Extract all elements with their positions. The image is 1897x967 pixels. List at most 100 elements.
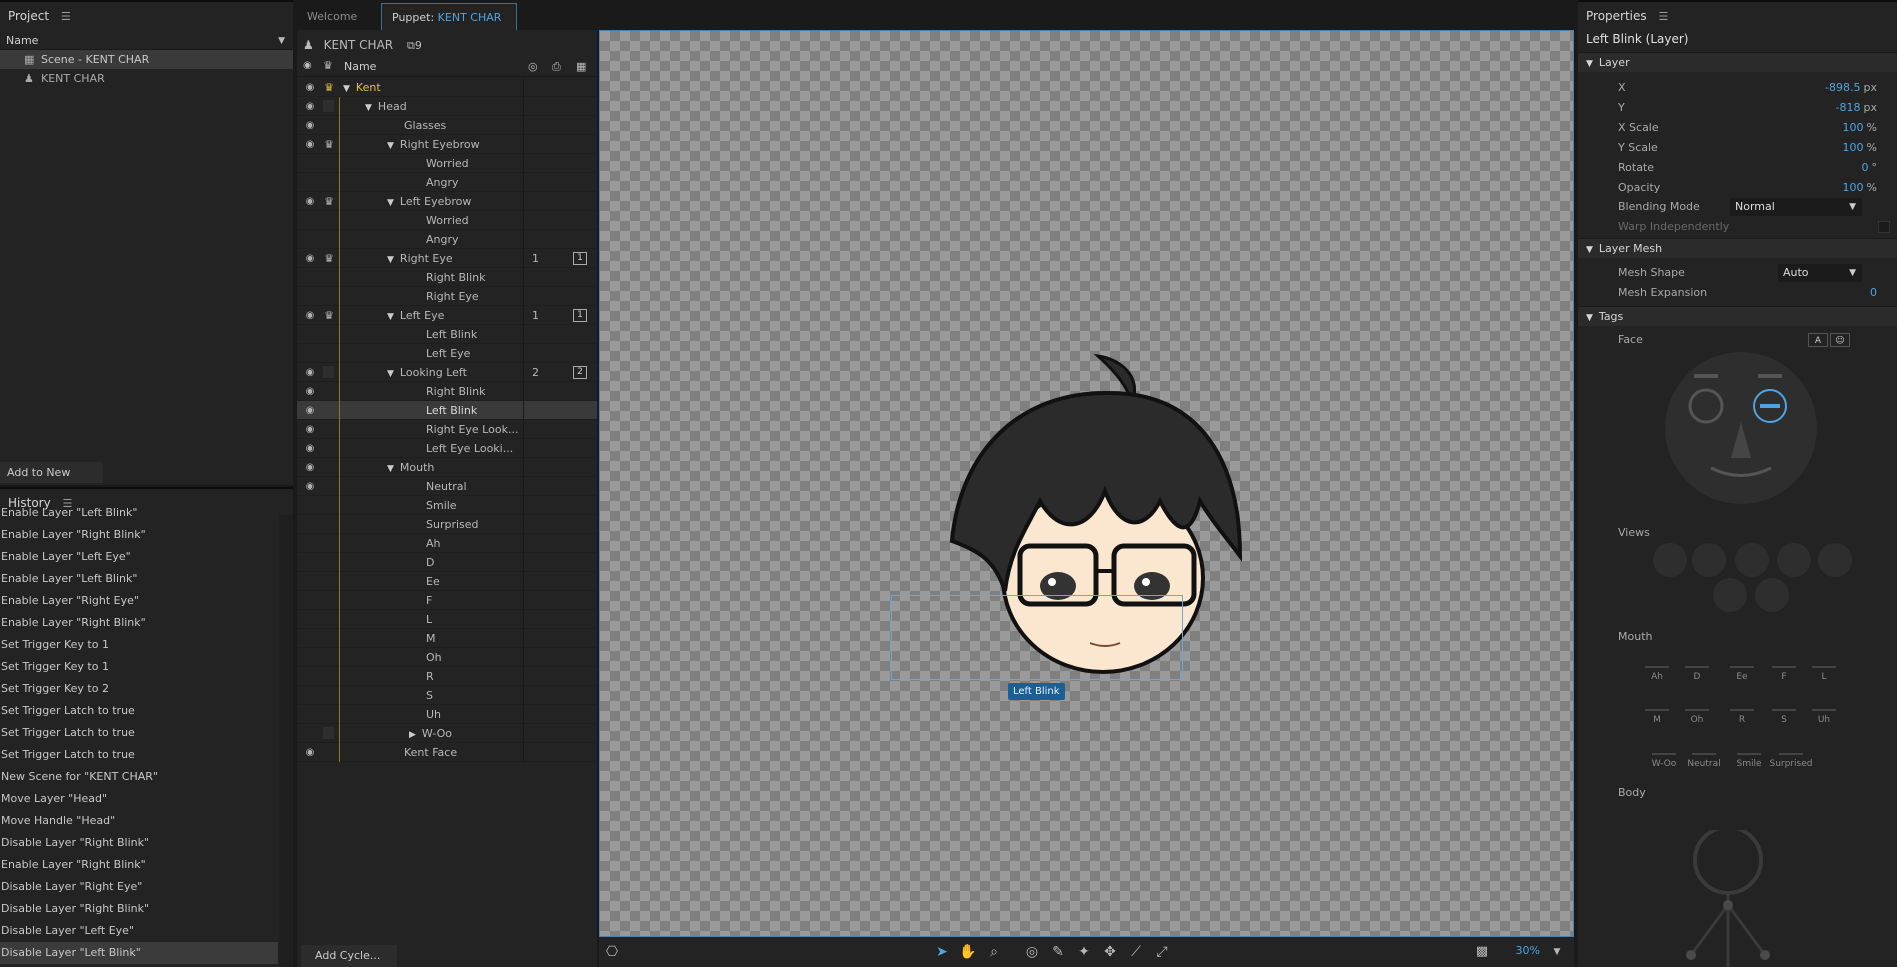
- history-item[interactable]: Enable Layer "Right Eye": [0, 590, 278, 612]
- mouth-tag[interactable]: W-Oo: [1642, 737, 1686, 769]
- property-value[interactable]: -898.5 px: [1825, 79, 1877, 97]
- crown-icon[interactable]: ♛: [323, 135, 335, 154]
- history-item[interactable]: Disable Layer "Right Eye": [0, 876, 278, 898]
- blending-mode-select[interactable]: Normal ▼: [1730, 198, 1862, 216]
- transparency-grid-icon[interactable]: ▩: [1473, 943, 1491, 961]
- chevron-down-icon[interactable]: ▼: [387, 141, 394, 151]
- independent-toggle[interactable]: [323, 366, 334, 378]
- swap-set-key[interactable]: 1: [573, 309, 587, 322]
- project-item-scene[interactable]: ▦ Scene - KENT CHAR: [0, 50, 293, 69]
- history-item[interactable]: Set Trigger Latch to true: [0, 722, 278, 744]
- layer-row[interactable]: ◉ Neutral: [297, 477, 597, 496]
- mesh-shape-select[interactable]: Auto ▼: [1778, 264, 1862, 282]
- eye-icon[interactable]: ◉: [303, 458, 317, 477]
- trigger-key[interactable]: 2: [532, 363, 539, 382]
- eye-icon[interactable]: ◉: [303, 382, 317, 401]
- select-tool-icon[interactable]: ➤: [933, 943, 951, 961]
- history-item[interactable]: Enable Layer "Left Blink": [0, 502, 278, 524]
- layer-row[interactable]: Angry: [297, 230, 597, 249]
- layer-row[interactable]: Surprised: [297, 515, 597, 534]
- right-blink-tag[interactable]: [1760, 404, 1780, 408]
- chevron-down-icon[interactable]: ▼: [387, 369, 394, 379]
- independent-toggle[interactable]: [323, 727, 334, 739]
- history-scrollbar[interactable]: [279, 515, 293, 967]
- body-tag-diagram[interactable]: [1673, 830, 1793, 967]
- eye-icon[interactable]: ◉: [303, 97, 317, 116]
- pin-tool-icon[interactable]: ✦: [1075, 943, 1093, 961]
- layer-row[interactable]: ◉ Glasses: [297, 116, 597, 135]
- chevron-down-icon[interactable]: ▼: [278, 32, 285, 50]
- view-tag[interactable]: [1653, 543, 1687, 577]
- tab-puppet[interactable]: Puppet: KENT CHAR ☰: [381, 3, 517, 51]
- chevron-right-icon[interactable]: ▶: [409, 730, 416, 740]
- chevron-down-icon[interactable]: ▼: [387, 198, 394, 208]
- mouth-tag[interactable]: Ee: [1727, 650, 1757, 682]
- panel-menu-icon[interactable]: ☰: [61, 10, 71, 23]
- face-tag-diagram[interactable]: [1661, 348, 1821, 508]
- history-item[interactable]: Set Trigger Latch to true: [0, 700, 278, 722]
- history-item[interactable]: Enable Layer "Right Blink": [0, 524, 278, 546]
- right-wrist-handle[interactable]: [1760, 950, 1770, 960]
- panel-menu-icon[interactable]: ☰: [1658, 10, 1668, 23]
- layer-row[interactable]: Left Eye: [297, 344, 597, 363]
- layer-row[interactable]: ◉ ▼ Head: [297, 97, 597, 116]
- layer-selection-bounds[interactable]: [891, 595, 1183, 680]
- mouth-tag[interactable]: Oh: [1682, 693, 1712, 725]
- add-to-new-scene-button[interactable]: Add to New Scene: [0, 462, 103, 500]
- property-value[interactable]: -818 px: [1836, 99, 1877, 117]
- property-value[interactable]: 100%: [1843, 139, 1877, 157]
- view-tag[interactable]: [1713, 578, 1747, 612]
- trigger-key[interactable]: 1: [532, 249, 539, 268]
- layer-row[interactable]: ◉ Left Blink: [297, 401, 597, 420]
- mouth-tag[interactable]: D: [1682, 650, 1712, 682]
- eye-icon[interactable]: ◉: [303, 116, 317, 135]
- mouth-tag[interactable]: Ah: [1642, 650, 1672, 682]
- eye-icon[interactable]: ◉: [303, 135, 317, 154]
- chevron-down-icon[interactable]: ▼: [343, 84, 350, 94]
- layer-row[interactable]: ◉ ♛ ▼ Left Eye 1 1: [297, 306, 597, 325]
- chevron-down-icon[interactable]: ▼: [365, 103, 372, 113]
- mouth-tag[interactable]: R: [1727, 693, 1757, 725]
- layer-row[interactable]: Ah: [297, 534, 597, 553]
- independent-toggle[interactable]: [323, 100, 334, 112]
- history-item[interactable]: Set Trigger Key to 1: [0, 656, 278, 678]
- layer-row[interactable]: ◉ ♛ ▼ Left Eyebrow: [297, 192, 597, 211]
- layer-row[interactable]: ◉ ▼ Mouth: [297, 458, 597, 477]
- swap-set-key[interactable]: 2: [573, 366, 587, 379]
- layer-row[interactable]: Smile: [297, 496, 597, 515]
- rig-icon[interactable]: ⎔: [603, 943, 621, 961]
- eye-icon[interactable]: ◉: [303, 743, 317, 762]
- layer-row[interactable]: Ee: [297, 572, 597, 591]
- layer-row[interactable]: ◉ ▼ Looking Left 2 2: [297, 363, 597, 382]
- history-item[interactable]: Set Trigger Latch to true: [0, 744, 278, 766]
- layer-row[interactable]: Angry: [297, 173, 597, 192]
- face-tag-picker-button[interactable]: ☺: [1830, 333, 1850, 347]
- eye-icon[interactable]: ◉: [303, 192, 317, 211]
- layer-row[interactable]: L: [297, 610, 597, 629]
- view-tag[interactable]: [1755, 578, 1789, 612]
- left-eyebrow-tag[interactable]: [1694, 374, 1718, 378]
- left-wrist-handle[interactable]: [1686, 950, 1696, 960]
- swap-set-key[interactable]: 1: [573, 252, 587, 265]
- chevron-down-icon[interactable]: ▼: [387, 255, 394, 265]
- mesh-expansion-value[interactable]: 0: [1870, 284, 1877, 302]
- scene-canvas[interactable]: Left Blink: [599, 30, 1574, 937]
- layer-row[interactable]: R: [297, 667, 597, 686]
- history-item[interactable]: Disable Layer "Right Blink": [0, 898, 278, 920]
- zoom-tool-icon[interactable]: ⌕: [985, 943, 1003, 961]
- crown-icon[interactable]: ♛: [323, 306, 335, 325]
- layer-row[interactable]: ◉ ♛ ▼ Right Eye 1 1: [297, 249, 597, 268]
- hand-tool-icon[interactable]: ✋: [959, 943, 977, 961]
- layer-row[interactable]: D: [297, 553, 597, 572]
- history-item[interactable]: Enable Layer "Right Blink": [0, 854, 278, 876]
- history-item[interactable]: Move Handle "Head": [0, 810, 278, 832]
- add-cycle-button[interactable]: Add Cycle...: [301, 945, 397, 967]
- mouth-tag[interactable]: S: [1769, 693, 1799, 725]
- right-eyebrow-tag[interactable]: [1758, 374, 1782, 378]
- layer-row[interactable]: ◉ Kent Face: [297, 743, 597, 762]
- layer-row[interactable]: ◉ Right Eye Look...: [297, 420, 597, 439]
- zoom-level[interactable]: 30%: [1516, 944, 1540, 957]
- property-value[interactable]: 100%: [1843, 179, 1877, 197]
- eye-icon[interactable]: ◉: [303, 78, 317, 97]
- mouth-tag[interactable]: Surprised: [1769, 737, 1813, 769]
